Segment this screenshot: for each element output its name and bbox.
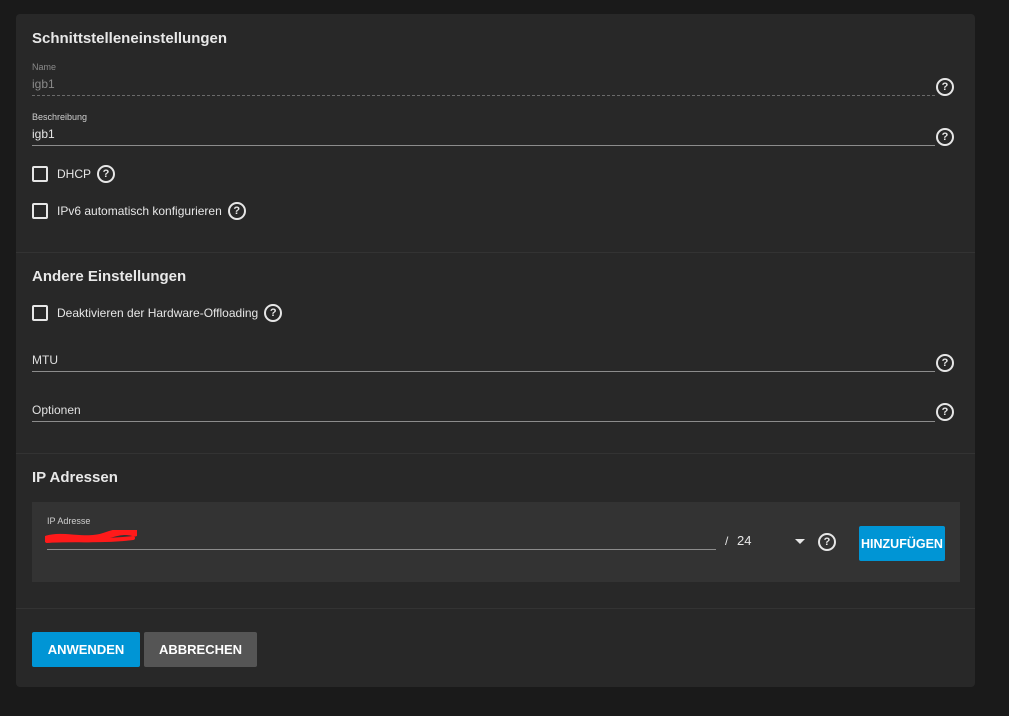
- options-help-icon[interactable]: ?: [936, 403, 954, 421]
- ipv6-help-icon[interactable]: ?: [227, 202, 246, 220]
- redacted-ip-value[interactable]: [45, 530, 137, 544]
- mtu-help-icon[interactable]: ?: [936, 354, 954, 372]
- dhcp-row: DHCP ?: [32, 165, 116, 183]
- section-divider: [16, 608, 975, 609]
- ip-address-row: IP Adresse / 24 ? HINZUFÜGEN: [32, 502, 960, 582]
- mtu-input[interactable]: MTU: [32, 353, 58, 367]
- cancel-button[interactable]: ABBRECHEN: [144, 632, 257, 667]
- interface-settings-card: Schnittstelleneinstellungen Name igb1 ? …: [16, 14, 975, 687]
- name-field: Name igb1: [32, 62, 935, 98]
- name-help-icon[interactable]: ?: [936, 78, 954, 96]
- description-underline: [32, 145, 935, 146]
- ip-address-label: IP Adresse: [47, 516, 91, 526]
- section-title-interface: Schnittstelleneinstellungen: [32, 30, 228, 47]
- description-label: Beschreibung: [32, 112, 88, 122]
- offload-checkbox[interactable]: [32, 305, 48, 321]
- netmask-select[interactable]: 24: [737, 533, 751, 548]
- name-underline: [32, 95, 935, 96]
- ipv6-label: IPv6 automatisch konfigurieren: [57, 204, 222, 218]
- options-field[interactable]: Optionen: [32, 400, 935, 424]
- offload-label: Deaktivieren der Hardware-Offloading: [57, 306, 259, 320]
- name-input: igb1: [32, 77, 55, 91]
- caret-down-icon[interactable]: [795, 539, 805, 544]
- ip-address-underline: [47, 549, 716, 550]
- name-label: Name: [32, 62, 57, 72]
- ipv6-row: IPv6 automatisch konfigurieren ?: [32, 202, 246, 220]
- section-divider: [16, 252, 975, 253]
- options-underline: [32, 421, 935, 422]
- description-field[interactable]: Beschreibung igb1: [32, 112, 935, 148]
- section-divider: [16, 453, 975, 454]
- dhcp-label: DHCP: [57, 167, 92, 181]
- dhcp-checkbox[interactable]: [32, 166, 48, 182]
- dhcp-help-icon[interactable]: ?: [97, 165, 116, 183]
- mtu-underline: [32, 371, 935, 372]
- description-input[interactable]: igb1: [32, 127, 55, 141]
- offload-row: Deaktivieren der Hardware-Offloading ?: [32, 304, 283, 322]
- apply-button[interactable]: ANWENDEN: [32, 632, 140, 667]
- options-input[interactable]: Optionen: [32, 403, 81, 417]
- ipv6-checkbox[interactable]: [32, 203, 48, 219]
- description-help-icon[interactable]: ?: [936, 128, 954, 146]
- offload-help-icon[interactable]: ?: [264, 304, 283, 322]
- netmask-slash: /: [725, 534, 729, 548]
- ip-help-icon[interactable]: ?: [818, 533, 836, 551]
- add-ip-button[interactable]: HINZUFÜGEN: [859, 526, 945, 561]
- section-title-ip: IP Adressen: [32, 469, 118, 486]
- section-title-other: Andere Einstellungen: [32, 268, 187, 285]
- mtu-field[interactable]: MTU: [32, 350, 935, 374]
